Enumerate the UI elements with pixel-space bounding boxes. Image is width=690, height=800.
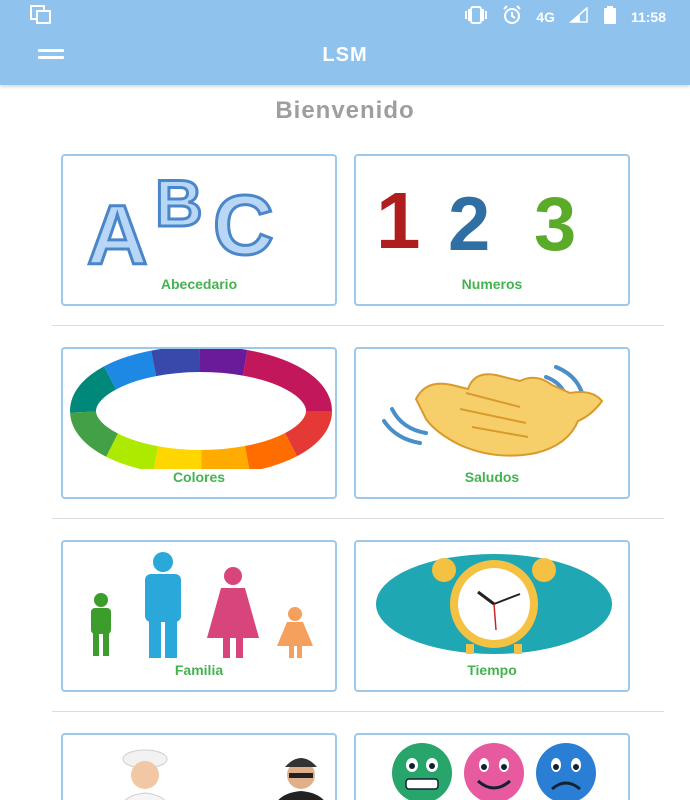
card-label: Abecedario (160, 276, 238, 292)
category-card-tiempo[interactable]: Tiempo (354, 540, 630, 692)
svg-text:2: 2 (448, 182, 490, 267)
battery-icon (603, 6, 617, 27)
svg-text:B: B (155, 166, 203, 240)
category-card-numeros[interactable]: 1 2 3 Numeros (354, 154, 630, 306)
status-bar: 4G 11:58 (0, 0, 690, 30)
category-card-abecedario[interactable]: A B C Abecedario (61, 154, 337, 306)
family-icon (63, 542, 335, 662)
category-card-familia[interactable]: Familia (61, 540, 337, 692)
network-type: 4G (536, 8, 555, 25)
signal-icon (568, 6, 589, 26)
row-divider (52, 325, 664, 326)
card-label: Tiempo (467, 662, 517, 678)
alarm-icon (502, 5, 522, 28)
app-bar: LSM (0, 30, 690, 85)
svg-text:3: 3 (534, 182, 576, 267)
clock-icon (356, 542, 628, 662)
row-divider (52, 711, 664, 712)
card-label: Colores (172, 469, 226, 485)
svg-text:1: 1 (376, 176, 421, 265)
category-card-emotions[interactable] (354, 733, 630, 800)
category-card-saludos[interactable]: Saludos (354, 347, 630, 499)
screenshot-icon (30, 5, 52, 30)
color-wheel-icon (63, 346, 335, 476)
svg-text:C: C (213, 178, 274, 272)
waving-hand-icon (356, 349, 628, 469)
emotions-icon (356, 735, 628, 800)
card-label: Numeros (461, 276, 523, 292)
card-label: Saludos (464, 469, 520, 485)
abc-letters-icon: A B C (63, 156, 335, 284)
category-card-colores[interactable]: Colores (61, 346, 337, 499)
professions-icon (63, 735, 335, 800)
welcome-heading: Bienvenido (275, 97, 415, 124)
numbers-123-icon: 1 2 3 (356, 156, 628, 276)
svg-text:A: A (87, 188, 148, 276)
clock-time: 11:58 (630, 8, 666, 25)
app-title: LSM (322, 44, 368, 66)
card-label: Familia (174, 662, 224, 678)
category-card-professions[interactable] (61, 733, 337, 800)
vibrate-icon (464, 6, 488, 27)
row-divider (52, 518, 664, 519)
